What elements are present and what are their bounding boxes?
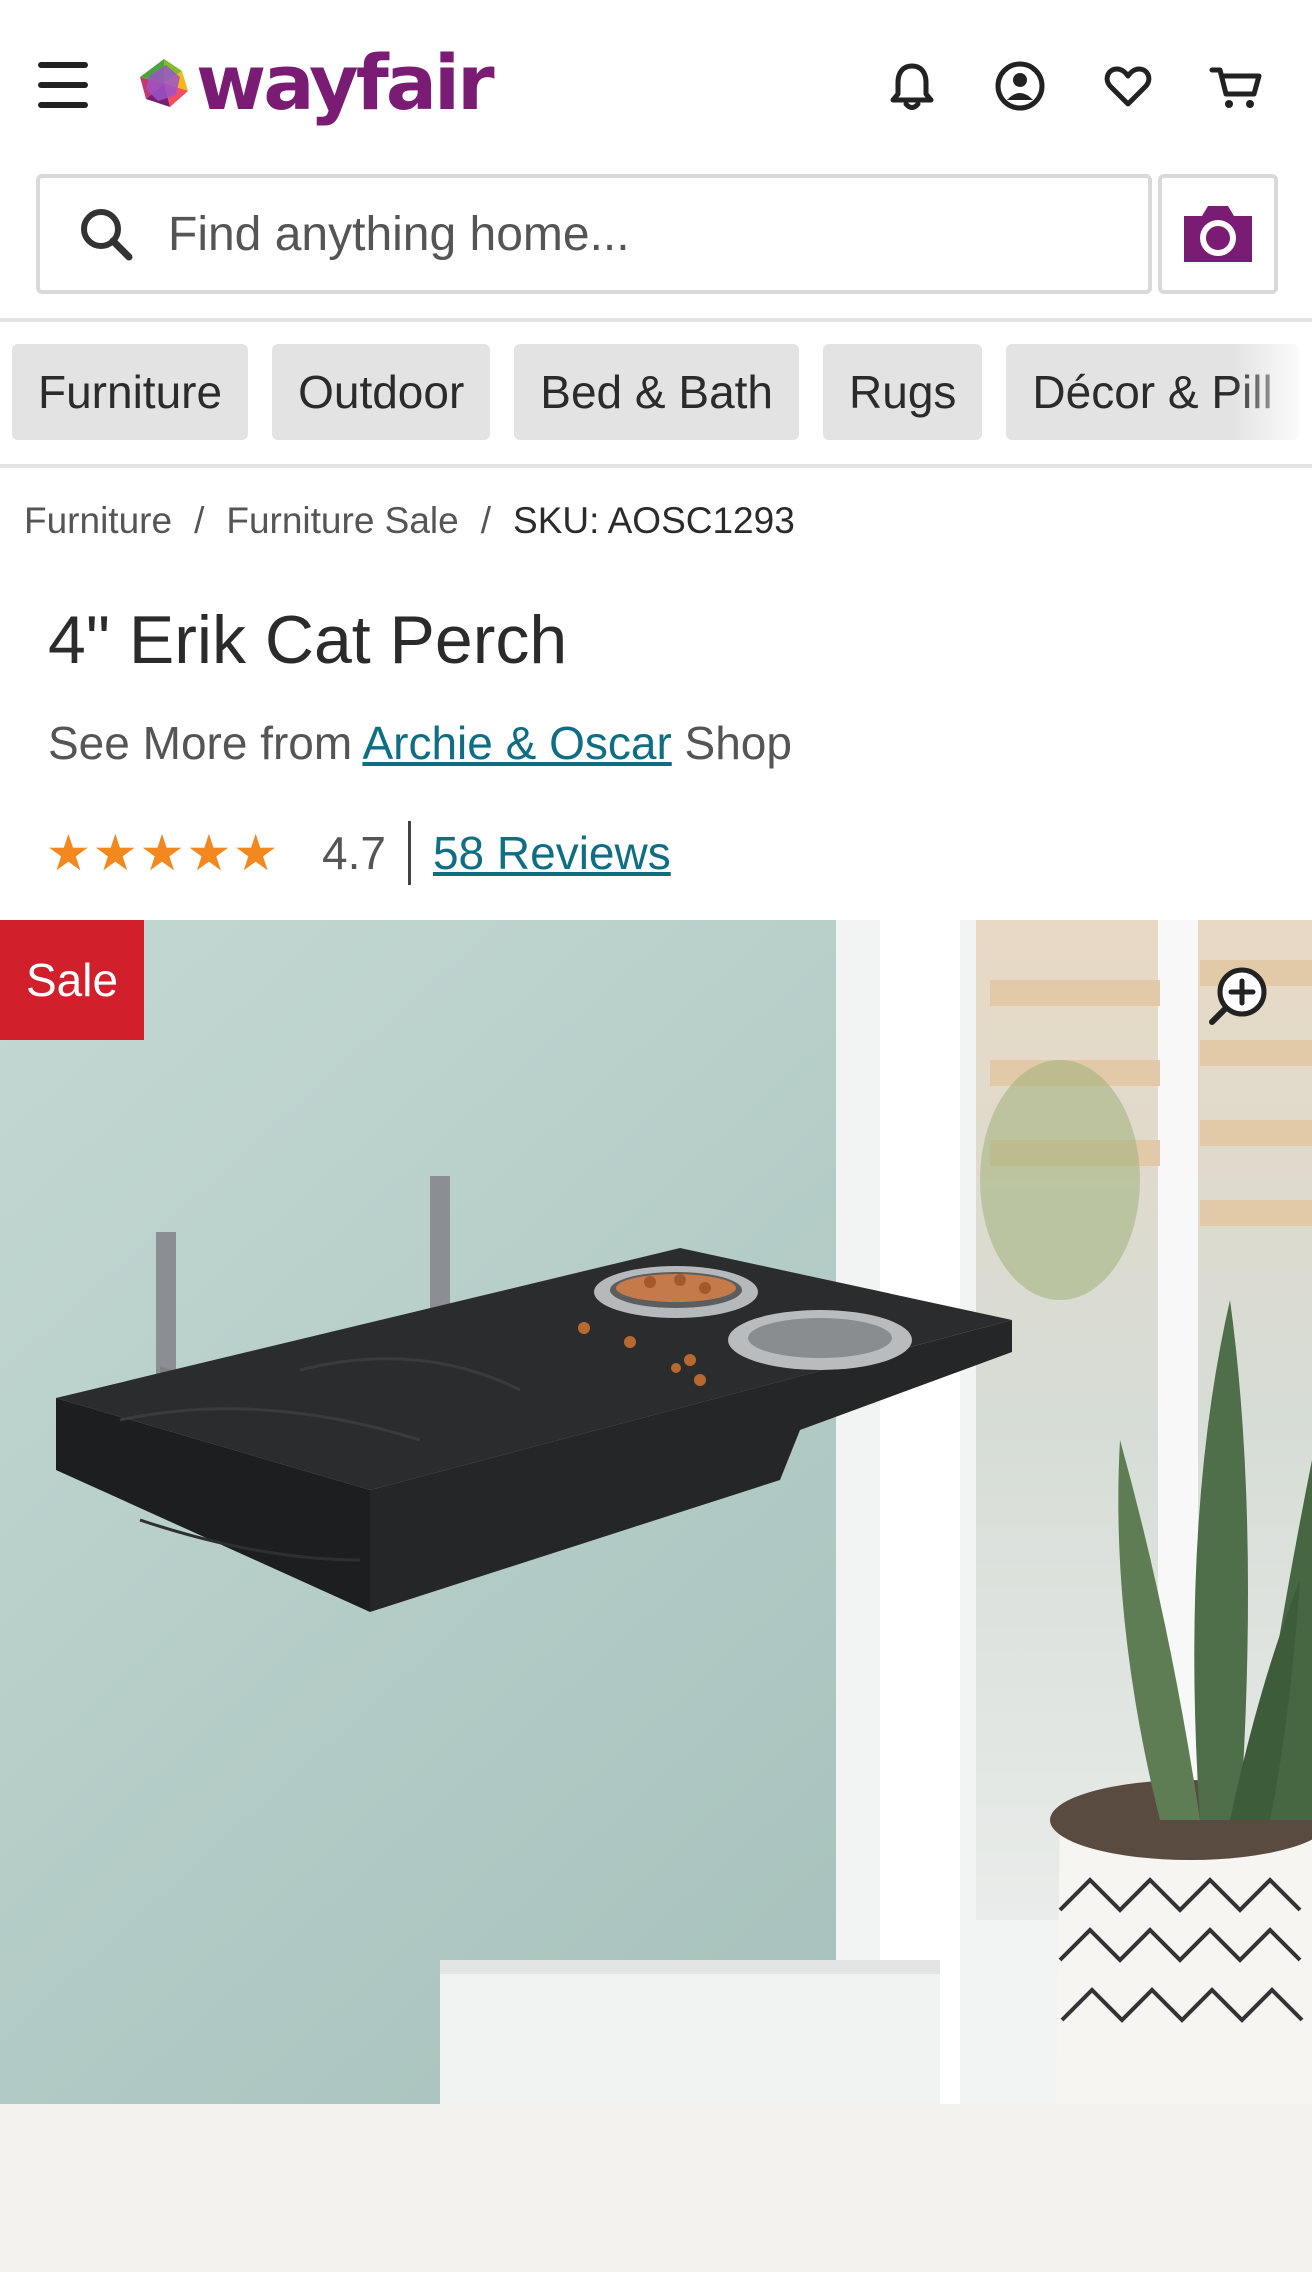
see-more-suffix: Shop [671,717,792,769]
search-bar[interactable] [36,174,1152,294]
breadcrumb-separator: / [194,500,205,541]
product-page: wayfair Find anything home... Furniture … [0,0,1312,2272]
category-bed-bath[interactable]: Bed & Bath [514,344,800,440]
star-rating[interactable]: ★★★★★ ★★★★★ [46,829,300,877]
search-icon [81,209,133,261]
product-image[interactable] [0,920,1312,2104]
category-divider [0,464,1312,468]
category-furniture[interactable]: Furniture [12,344,249,440]
wayfair-logo[interactable]: wayfair [136,38,495,128]
breadcrumb: Furniture / Furniture Sale / SKU: AOSC12… [24,496,795,546]
logo-mark-icon [140,59,188,107]
see-more-from-brand: See More from Archie & Oscar Shop [48,710,792,776]
product-photo [0,920,1312,2104]
bell-icon[interactable] [880,54,944,118]
sale-badge: Sale [0,920,144,1040]
category-outdoor[interactable]: Outdoor [272,344,491,440]
rating-value: 4.7 [322,827,386,879]
header-divider [0,318,1312,322]
brand-link[interactable]: Archie & Oscar [362,717,671,769]
zoom-in-icon[interactable] [1204,962,1272,1030]
breadcrumb-furniture[interactable]: Furniture [24,500,172,542]
category-rugs[interactable]: Rugs [823,344,983,440]
logo-text: wayfair [196,38,495,127]
hamburger-menu-icon[interactable] [38,62,90,108]
search-input[interactable] [168,192,1128,276]
breadcrumb-sku: SKU: AOSC1293 [513,500,795,541]
reviews-link[interactable]: 58 Reviews [433,826,671,880]
star-rating-filled: ★★★★★ [46,829,281,877]
see-more-prefix: See More from [48,717,363,769]
cart-icon[interactable] [1204,54,1268,118]
heart-icon[interactable] [1096,54,1160,118]
below-image-area [0,2104,1312,2272]
category-scroll-fade [1232,344,1312,440]
product-title: 4" Erik Cat Perch [48,602,568,678]
breadcrumb-furniture-sale[interactable]: Furniture Sale [226,500,458,542]
account-icon[interactable] [988,54,1052,118]
rating-row: ★★★★★ ★★★★★ 4.7 58 Reviews [46,818,671,888]
category-nav: Furniture Outdoor Bed & Bath Rugs Décor … [12,344,1299,440]
visual-search-button[interactable] [1158,174,1278,294]
breadcrumb-separator: / [480,500,492,541]
camera-icon [1184,206,1252,262]
rating-divider [407,821,411,885]
top-header: wayfair [0,0,1312,170]
